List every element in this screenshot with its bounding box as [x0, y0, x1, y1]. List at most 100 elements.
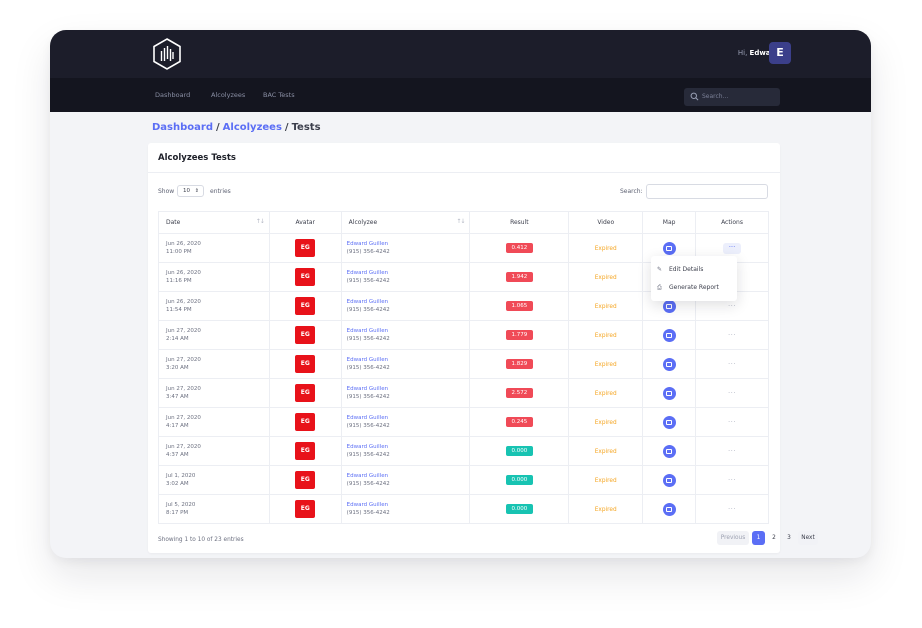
pagination-page-2[interactable]: 2 [768, 531, 780, 545]
more-actions-icon[interactable]: ··· [723, 242, 742, 254]
table-row: Jun 27, 2020 2:14 AM EG Edward Guillen (915)… [158, 320, 769, 350]
nav-item-alcolyzees[interactable]: Alcolyzees [211, 91, 245, 99]
column-header-result: Result [469, 211, 570, 234]
more-actions-icon[interactable]: ··· [728, 505, 736, 513]
alcolyzee-phone: (915) 356-4242 [346, 481, 390, 487]
alcolyzee-cell: Edward Guillen (915) 356-4242 [340, 494, 471, 524]
more-actions-icon[interactable]: ··· [728, 360, 736, 368]
more-actions-icon[interactable]: ··· [728, 302, 736, 310]
column-header-date[interactable]: Date ↑↓ [158, 211, 270, 234]
map-icon[interactable] [662, 241, 676, 255]
map-icon[interactable] [662, 299, 676, 313]
table-row: Jun 27, 2020 4:17 AM EG Edward Guillen (915)… [158, 407, 769, 437]
date-cell: Jun 27, 2020 3:20 AM [158, 349, 270, 379]
alcolyzee-name-link[interactable]: Edward Guillen [347, 385, 470, 393]
result-cell: 2.572 [469, 378, 570, 408]
breadcrumb-current: Tests [291, 122, 321, 133]
avatar-badge: EG [295, 297, 316, 315]
alcolyzee-name-link[interactable]: Edward Guillen [347, 443, 470, 451]
pagination-previous[interactable]: Previous [717, 531, 749, 545]
video-cell: Expired [568, 465, 644, 495]
pagination-page-1[interactable]: 1 [752, 531, 765, 545]
more-actions-icon[interactable]: ··· [728, 389, 736, 397]
alcolyzee-phone: (915) 356-4242 [346, 510, 390, 516]
date-cell: Jul 1, 2020 3:02 AM [158, 465, 270, 495]
map-icon[interactable] [662, 328, 676, 342]
column-header-avatar: Avatar [268, 211, 342, 234]
table-row: Jun 27, 2020 3:47 AM EG Edward Guillen (915)… [158, 378, 769, 408]
actions-cell: ··· [695, 494, 769, 524]
brand-logo-icon[interactable] [152, 38, 182, 70]
alcolyzee-name-link[interactable]: Edward Guillen [347, 501, 470, 509]
result-cell: 1.779 [469, 320, 570, 350]
actions-cell: ··· [695, 349, 769, 379]
menu-item-generate-report[interactable]: ⎙ Generate Report [657, 284, 719, 292]
alcolyzee-name-link[interactable]: Edward Guillen [347, 414, 470, 422]
table-search-input[interactable] [646, 184, 768, 199]
breadcrumb: Dashboard / Alcolyzees / Tests [152, 122, 321, 133]
date-cell: Jun 26, 2020 11:16 PM [158, 262, 270, 292]
more-actions-icon[interactable]: ··· [728, 331, 736, 339]
pagination-next[interactable]: Next [798, 531, 818, 545]
more-actions-icon[interactable]: ··· [728, 418, 736, 426]
video-status: Expired [594, 361, 617, 368]
video-cell: Expired [568, 378, 644, 408]
nav-item-dashboard[interactable]: Dashboard [155, 91, 190, 99]
avatar-cell: EG [268, 407, 342, 437]
video-status: Expired [594, 332, 617, 339]
map-icon[interactable] [662, 473, 676, 487]
video-cell: Expired [568, 436, 644, 466]
pagination-page-3[interactable]: 3 [783, 531, 795, 545]
breadcrumb-separator: / [216, 122, 220, 133]
alcolyzee-name-link[interactable]: Edward Guillen [347, 298, 470, 306]
breadcrumb-separator: / [284, 122, 289, 133]
column-header-video: Video [568, 211, 644, 234]
actions-cell: ··· [695, 407, 769, 437]
page-size-value: 10 [183, 188, 190, 194]
video-status: Expired [594, 303, 617, 310]
result-cell: 0.000 [469, 465, 570, 495]
avatar-cell: EG [268, 378, 342, 408]
breadcrumb-dashboard[interactable]: Dashboard [152, 122, 213, 133]
map-icon[interactable] [662, 444, 676, 458]
more-actions-icon[interactable]: ··· [728, 447, 736, 455]
video-cell: Expired [568, 320, 644, 350]
actions-cell: ··· [695, 436, 769, 466]
more-actions-icon[interactable]: ··· [728, 476, 736, 484]
breadcrumb-alcolyzees[interactable]: Alcolyzees [223, 122, 282, 133]
alcolyzee-cell: Edward Guillen (915) 356-4242 [340, 349, 471, 379]
nav-item-bac-tests[interactable]: BAC Tests [263, 91, 295, 99]
user-avatar[interactable]: E [769, 42, 791, 64]
date-cell: Jul 5, 2020 8:17 PM [158, 494, 270, 524]
video-cell: Expired [568, 494, 644, 524]
map-icon[interactable] [662, 386, 676, 400]
date-cell: Jun 26, 2020 11:00 PM [158, 233, 270, 263]
result-badge: 0.000 [505, 446, 533, 456]
alcolyzee-name-link[interactable]: Edward Guillen [347, 269, 470, 277]
map-icon[interactable] [662, 502, 676, 516]
column-header-alcolyzee[interactable]: Alcolyzee ↑↓ [340, 211, 471, 234]
avatar-cell: EG [268, 320, 342, 350]
alcolyzee-name-link[interactable]: Edward Guillen [347, 240, 470, 248]
table-header-row: Date ↑↓ Avatar Alcolyzee ↑↓ Result Video M… [158, 211, 769, 234]
table-search-label: Search: [620, 188, 643, 195]
avatar-badge: EG [295, 471, 316, 489]
header-search-input[interactable]: Search... [684, 88, 780, 106]
alcolyzee-name-link[interactable]: Edward Guillen [347, 327, 470, 335]
page-size-select[interactable]: 10 ⇕ [177, 185, 204, 197]
sort-icon: ↑↓ [255, 218, 265, 225]
alcolyzee-phone: (915) 356-4242 [346, 336, 390, 342]
table-row: Jun 27, 2020 4:37 AM EG Edward Guillen (915)… [158, 436, 769, 466]
search-placeholder: Search... [702, 93, 729, 100]
actions-cell: ··· [695, 378, 769, 408]
alcolyzee-name-link[interactable]: Edward Guillen [347, 472, 470, 480]
avatar-cell: EG [268, 494, 342, 524]
avatar-cell: EG [268, 233, 342, 263]
alcolyzee-name-link[interactable]: Edward Guillen [347, 356, 470, 364]
map-cell [642, 465, 697, 495]
map-icon[interactable] [662, 415, 676, 429]
avatar-badge: EG [295, 384, 316, 402]
map-icon[interactable] [662, 357, 676, 371]
menu-item-edit-details[interactable]: ✎ Edit Details [657, 266, 703, 273]
map-cell [642, 407, 697, 437]
